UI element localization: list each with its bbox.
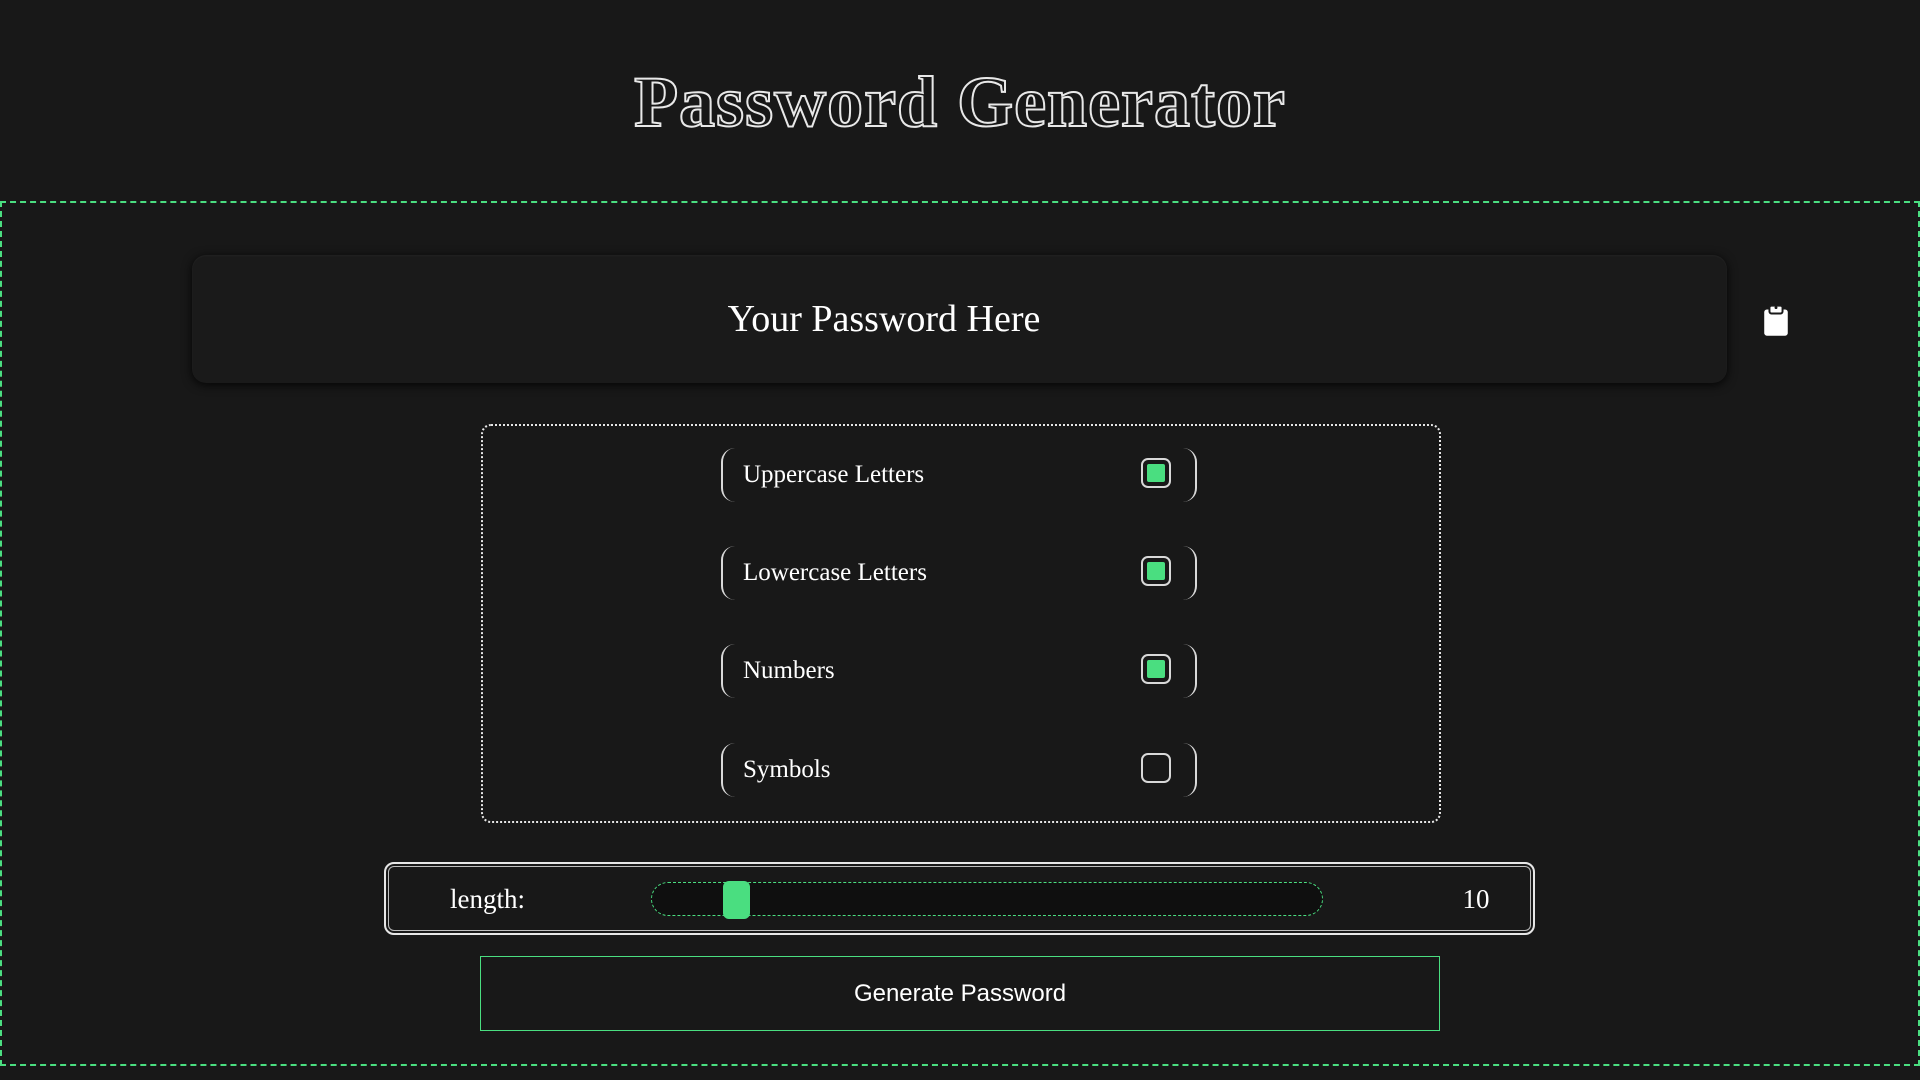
checkbox-fill [1147, 562, 1165, 580]
length-value: 10 [1462, 884, 1490, 914]
numbers-checkbox[interactable] [1141, 654, 1171, 684]
option-label: Symbols [743, 756, 831, 783]
length-label: length: [450, 884, 525, 914]
clipboard-icon [1764, 304, 1788, 336]
uppercase-checkbox[interactable] [1141, 458, 1171, 488]
options-panel: Uppercase Letters Lowercase Letters Numb… [481, 424, 1441, 823]
password-display: Your Password Here [192, 255, 1788, 383]
generate-password-button[interactable]: Generate Password [480, 956, 1440, 1031]
option-label: Numbers [743, 657, 835, 684]
copy-button[interactable] [1760, 303, 1792, 337]
length-slider-thumb[interactable] [722, 881, 750, 919]
lowercase-checkbox[interactable] [1141, 556, 1171, 586]
checkbox-fill [1147, 660, 1165, 678]
checkbox-fill [1147, 464, 1165, 482]
symbols-checkbox[interactable] [1141, 753, 1171, 783]
length-control: length: 10 [384, 862, 1535, 935]
page-title: Password Generator [633, 61, 1286, 143]
length-slider[interactable] [651, 881, 1323, 919]
option-label: Uppercase Letters [743, 461, 925, 488]
password-text: Your Password Here [727, 298, 1041, 340]
option-lowercase[interactable]: Lowercase Letters [721, 546, 1197, 600]
option-uppercase[interactable]: Uppercase Letters [721, 448, 1197, 502]
option-label: Lowercase Letters [743, 559, 927, 586]
option-symbols[interactable]: Symbols [721, 743, 1197, 797]
option-numbers[interactable]: Numbers [721, 644, 1197, 698]
